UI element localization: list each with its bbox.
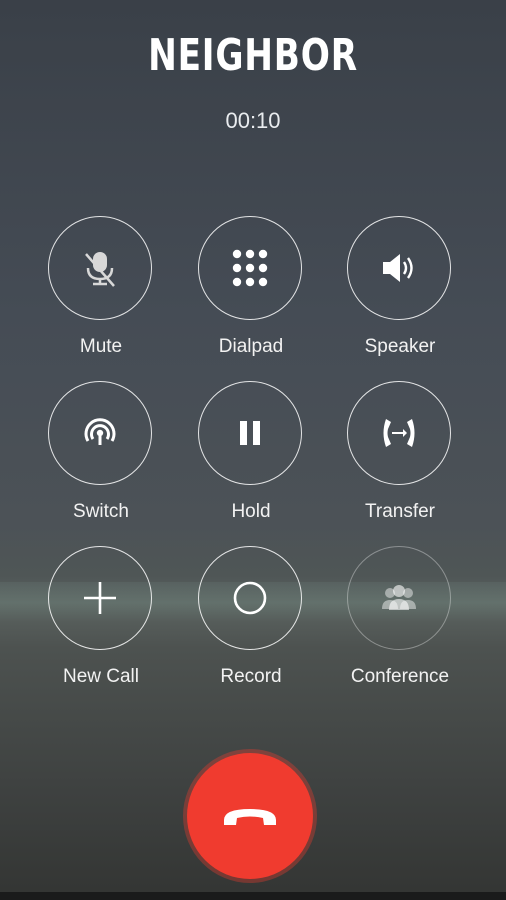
conference-icon [377,576,421,620]
pause-icon [228,411,272,455]
mute-label: Mute [79,336,123,357]
mute-button[interactable] [48,216,152,320]
transfer-icon [377,411,421,455]
speaker-icon [377,246,421,290]
end-call-button[interactable] [187,753,313,879]
new-call-label: New Call [62,666,140,687]
call-timer: 00:10 [225,108,281,133]
record-label: Record [220,666,282,687]
mic-off-icon [78,246,122,290]
hold-label: Hold [231,501,271,522]
switch-icon [78,411,122,455]
dialpad-icon [228,246,272,290]
transfer-label: Transfer [364,501,436,522]
record-button[interactable] [198,546,302,650]
conference-button[interactable] [347,546,451,650]
dialpad-label: Dialpad [218,336,284,357]
new-call-button[interactable] [48,546,152,650]
end-call-icon [220,801,280,831]
bottom-bar [0,892,506,900]
conference-label: Conference [350,666,450,687]
hold-button[interactable] [198,381,302,485]
transfer-button[interactable] [347,381,451,485]
caller-name: NEIGHBOR [148,30,358,81]
speaker-button[interactable] [347,216,451,320]
dialpad-button[interactable] [198,216,302,320]
plus-icon [78,576,122,620]
switch-button[interactable] [48,381,152,485]
speaker-label: Speaker [364,336,436,357]
switch-label: Switch [73,501,129,522]
record-icon [228,576,272,620]
